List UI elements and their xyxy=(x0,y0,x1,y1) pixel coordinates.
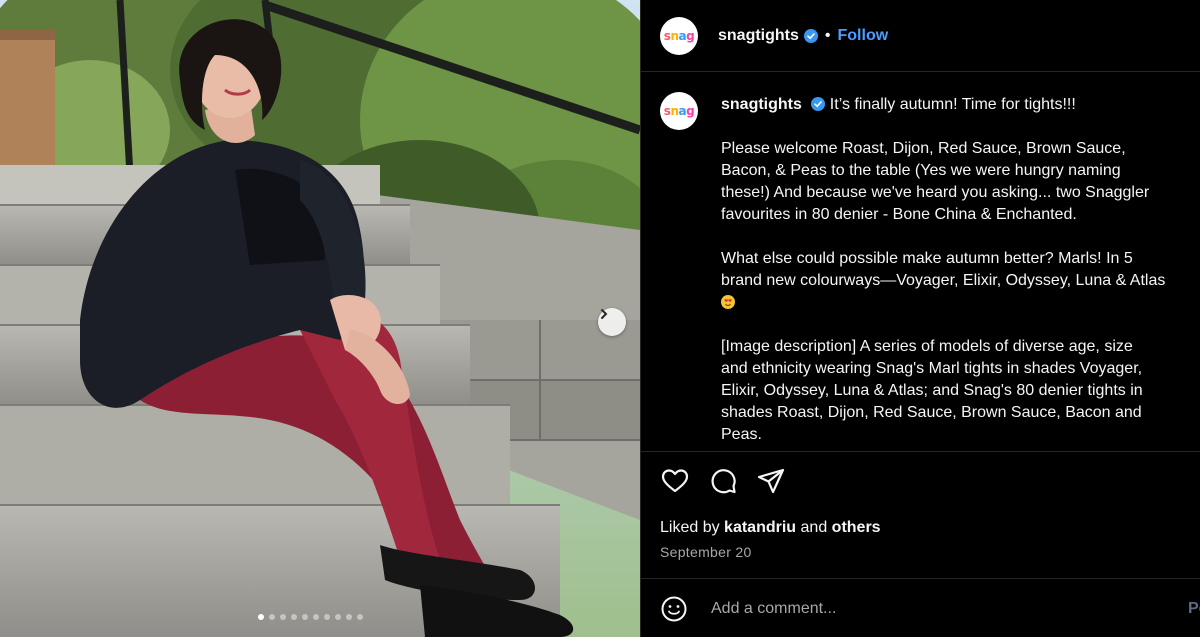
caption-opening: It’s finally autumn! Time for tights!!! xyxy=(829,96,1076,113)
caption-avatar[interactable]: snag xyxy=(660,92,698,130)
carousel-next-button[interactable] xyxy=(598,308,626,336)
carousel-dots xyxy=(258,614,363,620)
carousel-dot xyxy=(302,614,308,620)
heart-eyes-emoji xyxy=(721,295,735,309)
caption-area[interactable]: snag snagtights It’s finally autumn! Tim… xyxy=(641,72,1200,452)
header-username[interactable]: snagtights xyxy=(718,27,799,45)
share-icon[interactable] xyxy=(756,466,786,496)
comment-bar: Po xyxy=(641,578,1200,637)
caption-line: brand new colourways—Voyager, Elixir, Od… xyxy=(721,272,1166,289)
snag-logo: snag xyxy=(663,28,695,43)
carousel-dot xyxy=(258,614,264,620)
header-separator: • xyxy=(824,26,831,44)
caption-line: What else could possible make autumn bet… xyxy=(721,250,1133,267)
post-photo[interactable] xyxy=(0,0,640,637)
carousel-dot xyxy=(324,614,330,620)
caption-line: and ethnicity wearing Snag's Marl tights… xyxy=(721,360,1143,377)
next-arrow-icon xyxy=(601,309,608,319)
carousel-dot xyxy=(269,614,275,620)
likes-connector: and xyxy=(800,519,828,536)
follow-button[interactable]: Follow xyxy=(838,27,889,45)
caption-paragraph-1: Please welcome Roast, Dijon, Red Sauce, … xyxy=(721,138,1200,226)
caption-paragraph-3: [Image description] A series of models o… xyxy=(721,336,1200,446)
caption-line: these!) And because we've heard you aski… xyxy=(721,184,1150,201)
snag-logo: snag xyxy=(663,104,695,118)
post-comment-button[interactable]: Po xyxy=(1188,600,1200,618)
carousel-dot xyxy=(335,614,341,620)
carousel-dot xyxy=(346,614,352,620)
post-date[interactable]: September 20 xyxy=(660,544,752,560)
comment-icon[interactable] xyxy=(708,466,738,496)
caption-line: favourites in 80 denier - Bone China & E… xyxy=(721,206,1077,223)
photo-illustration xyxy=(0,0,640,637)
emoji-icon[interactable] xyxy=(660,595,688,623)
caption-paragraph-2: What else could possible make autumn bet… xyxy=(721,248,1200,314)
carousel-dot xyxy=(291,614,297,620)
carousel-dot xyxy=(313,614,319,620)
caption-line: Elixir, Odyssey, Luna & Atlas; and Snag'… xyxy=(721,382,1143,399)
comment-input[interactable] xyxy=(709,593,1153,625)
caption-line: Bacon, & Peas to the table (Yes we were … xyxy=(721,162,1121,179)
caption-line: Please welcome Roast, Dijon, Red Sauce, … xyxy=(721,140,1126,157)
carousel-dot xyxy=(357,614,363,620)
carousel-dot xyxy=(280,614,286,620)
post-detail-panel: snag snagtights • Follow snag snagtights… xyxy=(640,0,1200,637)
verified-badge-icon xyxy=(803,28,818,43)
post-header: snag snagtights • Follow xyxy=(641,0,1200,72)
heart-icon[interactable] xyxy=(660,466,690,496)
caption-line: Peas. xyxy=(721,426,762,443)
likes-others-link[interactable]: others xyxy=(832,519,881,536)
caption-first-line: snagtights It’s finally autumn! Time for… xyxy=(721,94,1200,116)
likes-prefix: Liked by xyxy=(660,519,720,536)
caption-line: [Image description] A series of models o… xyxy=(721,338,1133,355)
verified-badge-icon xyxy=(811,97,826,111)
liker-username[interactable]: katandriu xyxy=(724,519,796,536)
avatar[interactable]: snag xyxy=(660,16,698,55)
caption-text: snagtights It’s finally autumn! Time for… xyxy=(721,94,1200,451)
post-actions xyxy=(660,466,786,496)
caption-username[interactable]: snagtights xyxy=(721,96,802,113)
likes-summary: Liked by katandriu and others xyxy=(660,519,881,537)
caption-line: shades Roast, Dijon, Red Sauce, Brown Sa… xyxy=(721,404,1142,421)
